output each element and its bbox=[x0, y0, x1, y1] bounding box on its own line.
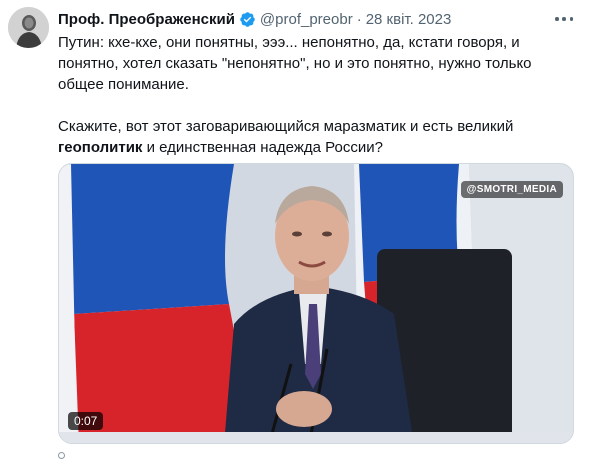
more-options-icon[interactable] bbox=[553, 11, 575, 27]
tweet-header: Проф. Преображенский @prof_preobr · 28 к… bbox=[58, 9, 451, 29]
tweet-text-line-5-rest: и единственная надежда России? bbox=[142, 139, 383, 156]
avatar[interactable] bbox=[8, 7, 49, 48]
tweet-text: Путин: кхе-кхе, они понятны, эээ... непо… bbox=[58, 32, 563, 158]
video-player[interactable]: @SMOTRI_MEDIA 0:07 bbox=[58, 163, 574, 444]
reply-icon[interactable] bbox=[58, 452, 65, 459]
author-name[interactable]: Проф. Преображенский bbox=[58, 11, 235, 28]
tweet-text-line-1: Путин: кхе-кхе, они понятны, эээ... непо… bbox=[58, 34, 520, 51]
tweet-text-line-4: Скажите, вот этот заговаривающийся мараз… bbox=[58, 118, 514, 135]
video-watermark: @SMOTRI_MEDIA bbox=[460, 181, 563, 198]
more-dot-2 bbox=[562, 17, 566, 21]
separator-dot: · bbox=[356, 10, 362, 28]
tweet-text-line-5: геополитик и единственная надежда России… bbox=[58, 137, 563, 158]
bold-word: геополитик bbox=[58, 139, 143, 156]
video-duration: 0:07 bbox=[68, 412, 104, 430]
more-dot-1 bbox=[555, 17, 559, 21]
verified-badge-icon[interactable] bbox=[239, 11, 256, 28]
tweet-text-line-2: понятно, хотел сказать "непонятно", но и… bbox=[58, 55, 532, 72]
video-thumbnail bbox=[59, 164, 573, 443]
author-handle[interactable]: @prof_preobr bbox=[260, 11, 353, 28]
tweet-date[interactable]: 28 квіт. 2023 bbox=[366, 11, 452, 28]
more-dot-3 bbox=[569, 17, 573, 21]
avatar-image bbox=[8, 7, 49, 48]
tweet-text-line-3: общее понимание. bbox=[58, 76, 189, 93]
